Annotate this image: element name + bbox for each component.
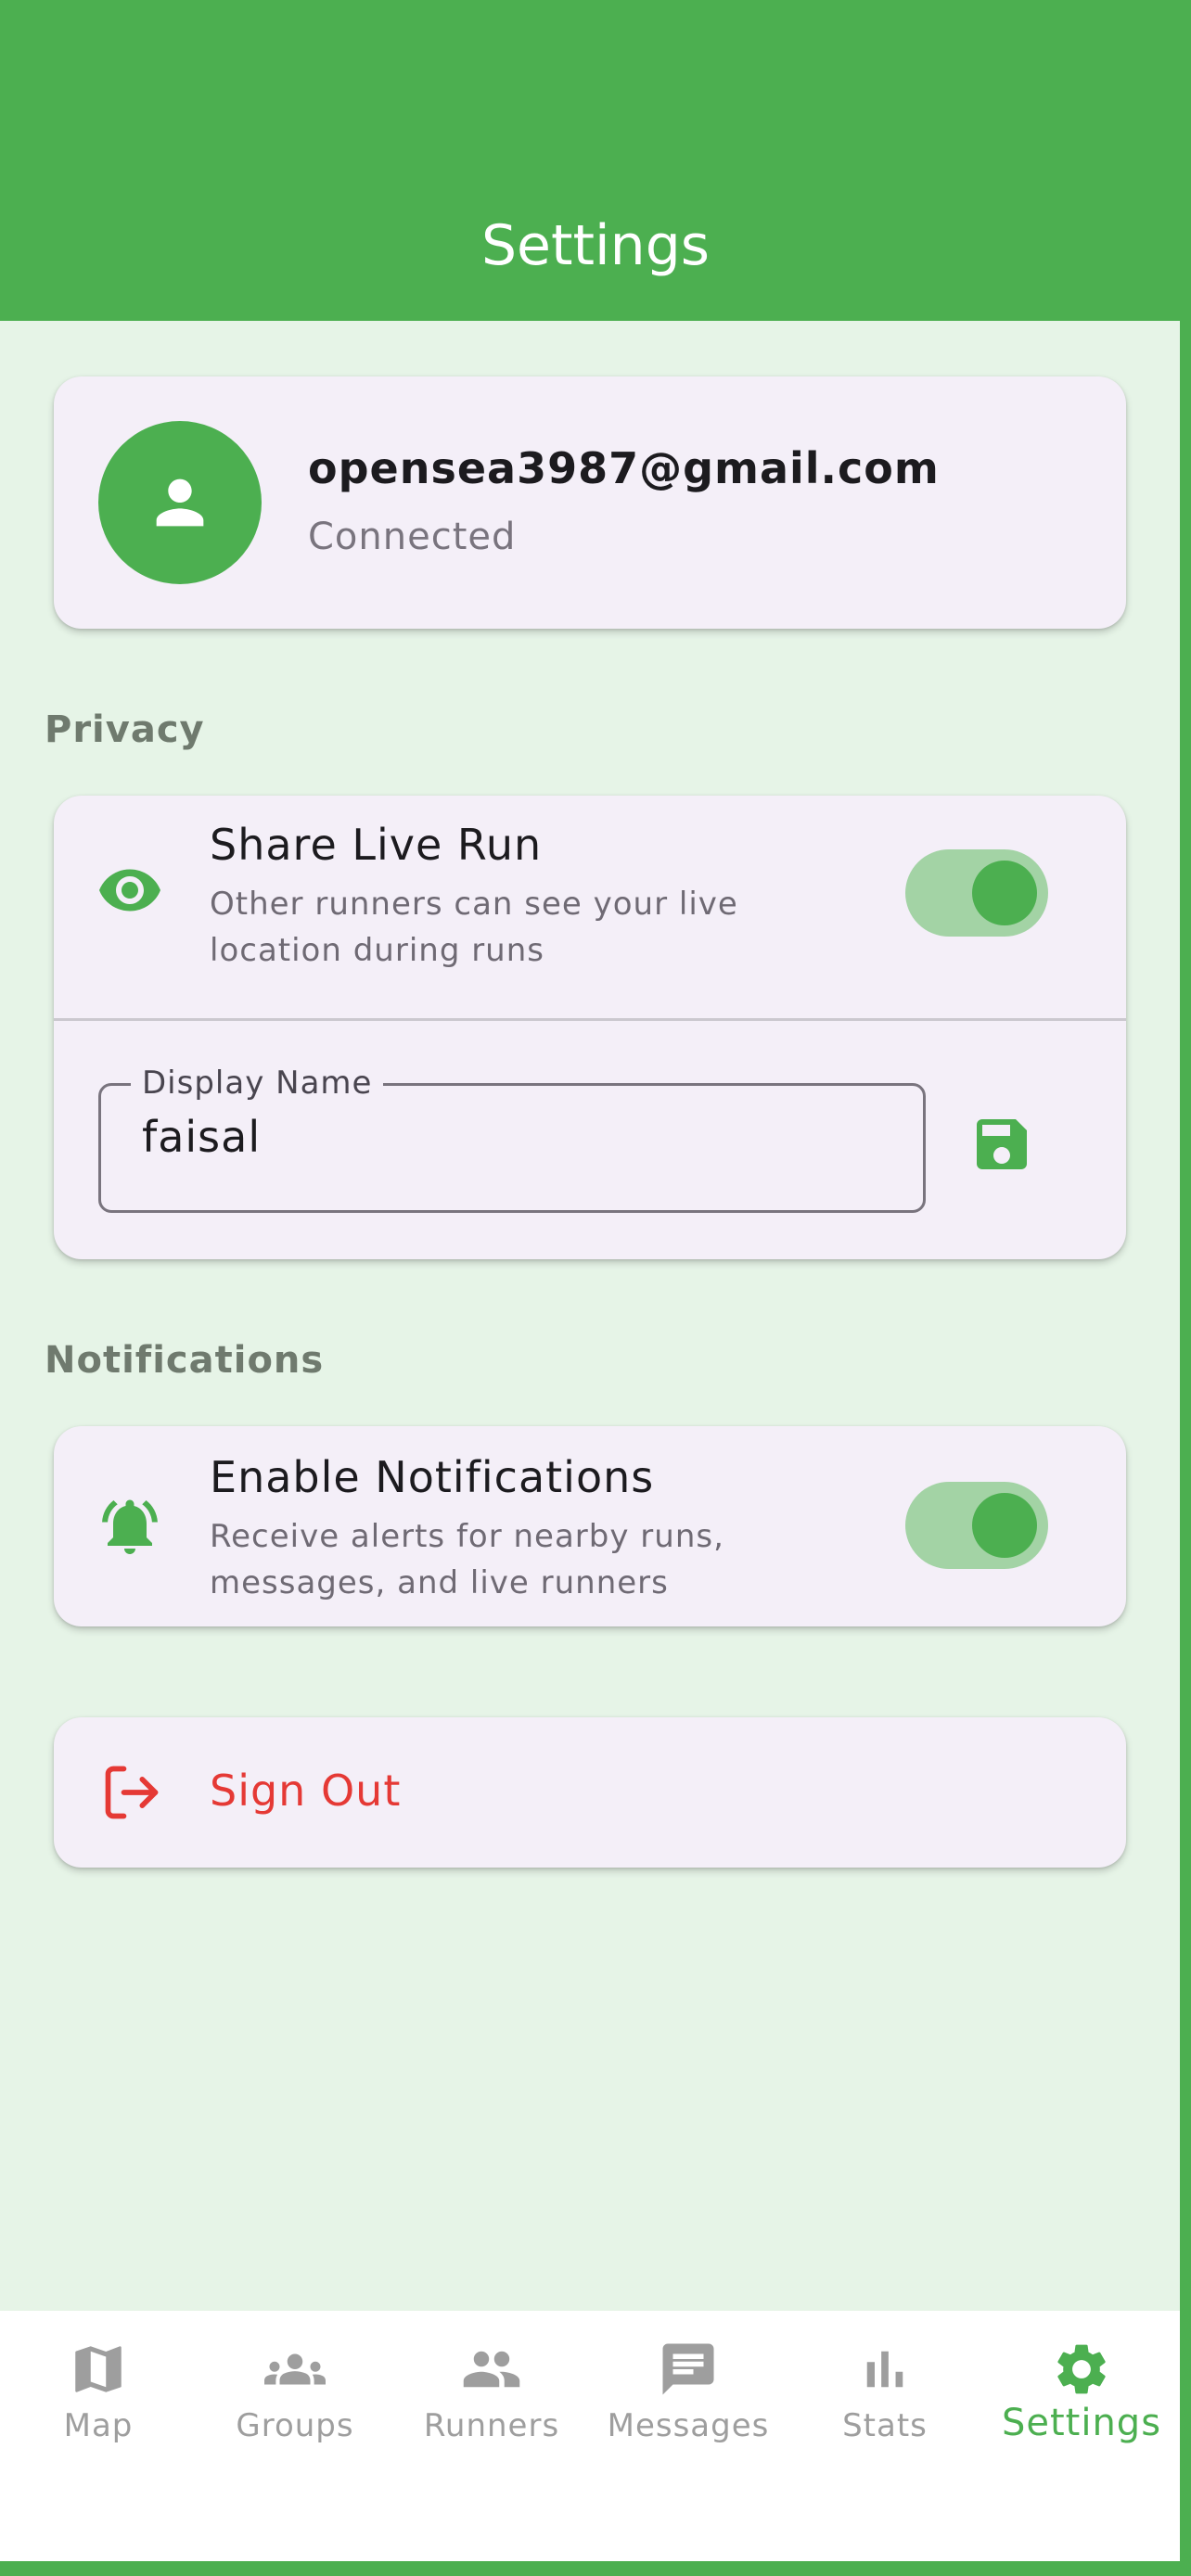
nav-item-messages[interactable]: Messages [590, 2311, 787, 2561]
person-icon [156, 478, 204, 527]
gear-icon [1057, 2344, 1106, 2394]
sign-out-label: Sign Out [210, 1766, 402, 1816]
page-title: Settings [480, 213, 711, 278]
nav-item-groups[interactable]: Groups [197, 2311, 393, 2561]
bottom-navigation: Map Groups Runners Messages Stats Settin… [0, 2311, 1180, 2561]
display-name-input[interactable] [142, 1112, 865, 1162]
share-live-run-title: Share Live Run [210, 820, 543, 870]
display-name-label: Display Name [131, 1060, 384, 1106]
nav-label-runners: Runners [423, 2407, 560, 2444]
avatar [98, 421, 262, 584]
enable-notifications-toggle[interactable] [905, 1482, 1048, 1569]
people-icon [463, 2351, 520, 2388]
logout-icon [98, 1759, 165, 1826]
nav-item-settings[interactable]: Settings [983, 2311, 1180, 2561]
eye-icon [96, 857, 163, 924]
map-icon [75, 2346, 122, 2392]
nav-item-stats[interactable]: Stats [787, 2311, 983, 2561]
connection-status: Connected [308, 516, 517, 558]
nav-item-runners[interactable]: Runners [393, 2311, 590, 2561]
bar-chart-icon [866, 2351, 903, 2388]
share-live-run-toggle[interactable] [905, 849, 1048, 937]
nav-label-settings: Settings [1001, 2402, 1162, 2444]
account-card: opensea3987@gmail.com Connected [54, 376, 1126, 629]
screen: Settings opensea3987@gmail.com Connected… [0, 0, 1180, 2561]
bell-ring-icon [96, 1493, 163, 1560]
save-button[interactable] [963, 1105, 1041, 1183]
account-email: opensea3987@gmail.com [308, 443, 940, 493]
toggle-knob [972, 1493, 1037, 1558]
nav-label-map: Map [63, 2407, 134, 2444]
privacy-section-header: Privacy [45, 708, 205, 751]
enable-notifications-subtitle: Receive alerts for nearby runs, messages… [210, 1518, 724, 1601]
message-icon [662, 2343, 714, 2395]
nav-label-groups: Groups [236, 2407, 354, 2444]
display-name-field[interactable]: Display Name [98, 1060, 926, 1213]
privacy-card: Share Live Run Other runners can see you… [54, 796, 1126, 1259]
nav-label-stats: Stats [842, 2407, 928, 2444]
app-bar: Settings [0, 0, 1180, 321]
nav-item-map[interactable]: Map [0, 2311, 197, 2561]
groups-icon [264, 2353, 326, 2385]
save-icon [977, 1119, 1027, 1169]
notifications-card: Enable Notifications Receive alerts for … [54, 1426, 1126, 1626]
share-live-run-subtitle: Other runners can see your live location… [210, 886, 738, 969]
nav-label-messages: Messages [607, 2407, 770, 2444]
notifications-section-header: Notifications [45, 1339, 325, 1382]
toggle-knob [972, 861, 1037, 925]
divider [54, 1018, 1126, 1021]
enable-notifications-title: Enable Notifications [210, 1452, 655, 1502]
sign-out-button[interactable]: Sign Out [54, 1717, 1126, 1868]
